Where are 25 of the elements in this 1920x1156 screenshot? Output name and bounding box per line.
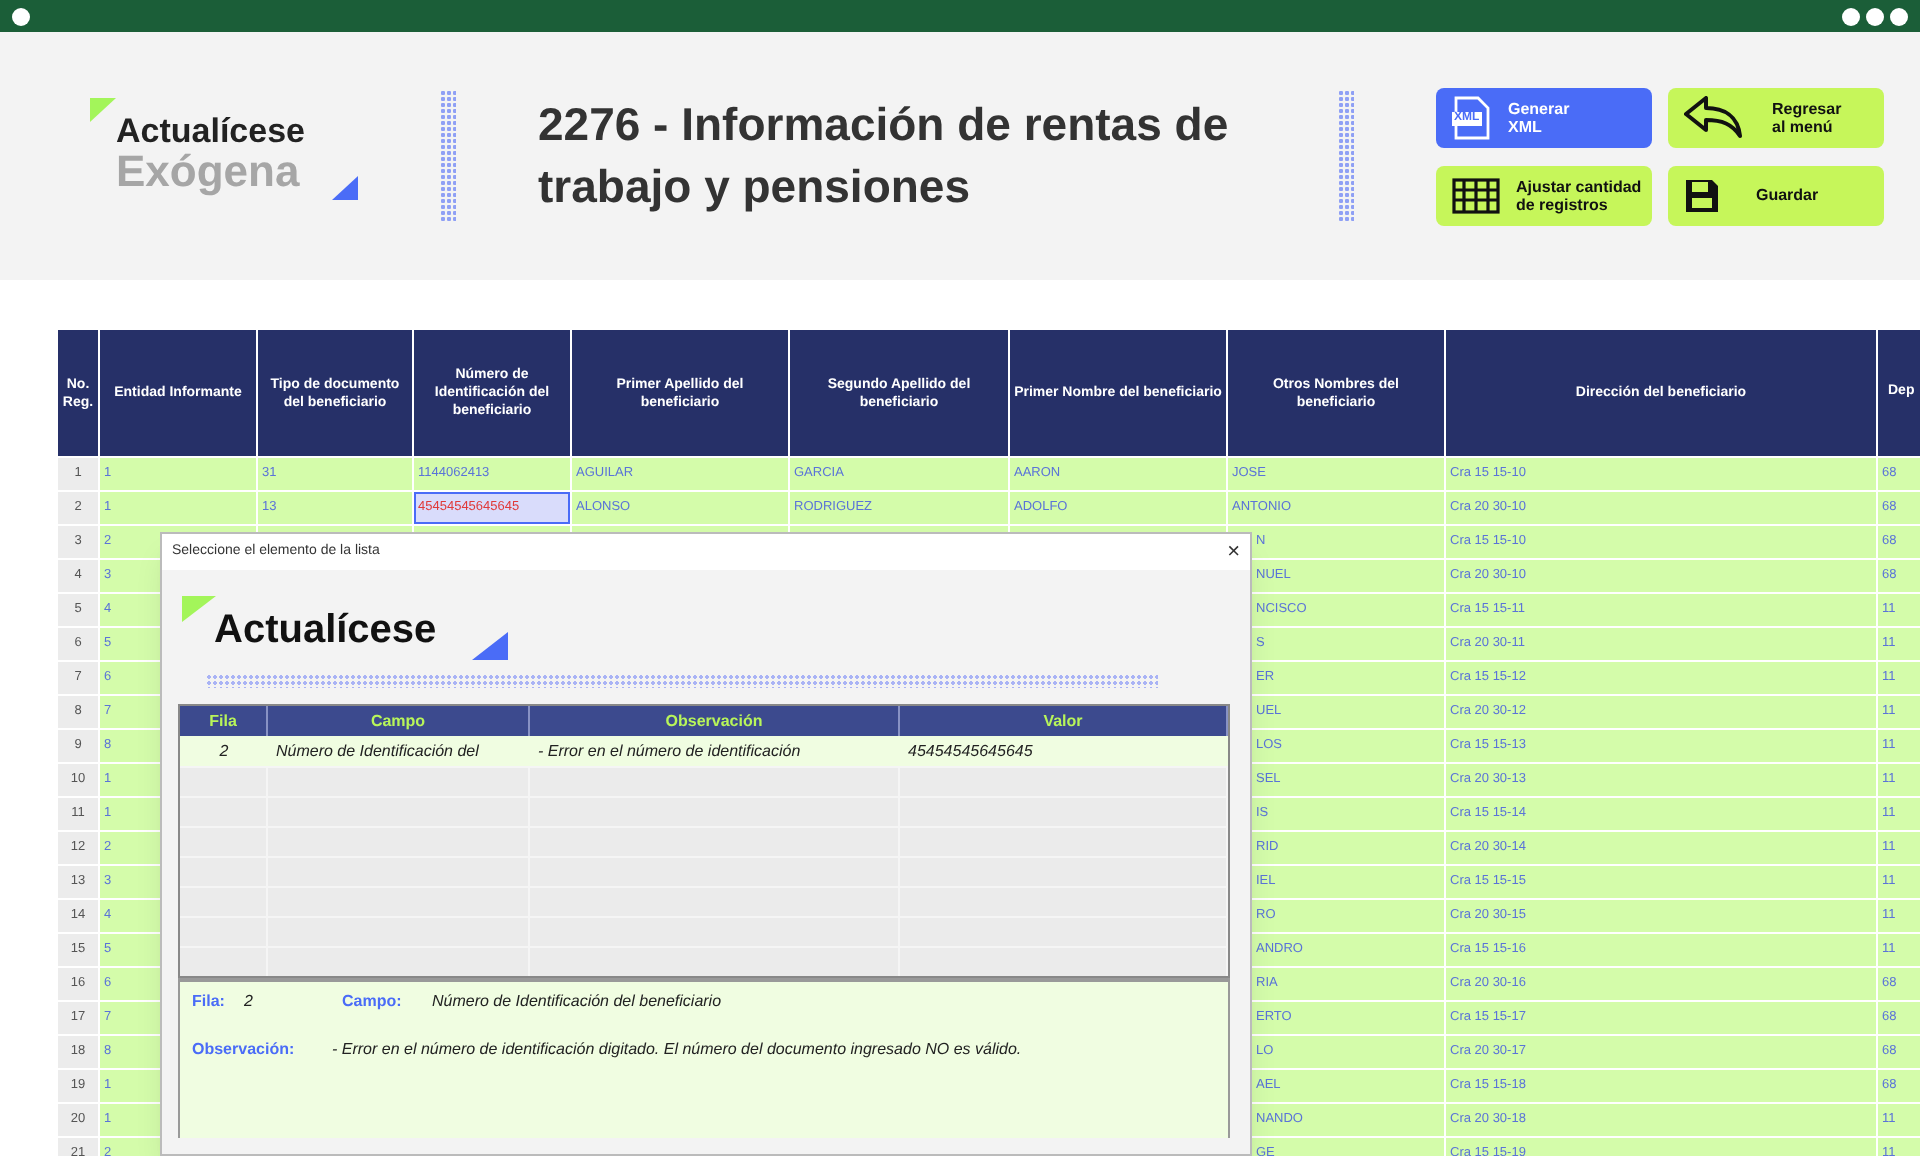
logo-text: Actualícese [116, 114, 305, 148]
back-arrow-icon [1684, 95, 1744, 139]
grid-icon [1452, 177, 1500, 213]
save-icon [1684, 177, 1720, 213]
close-button[interactable]: × [1227, 541, 1240, 563]
logo-triangle-icon [182, 596, 216, 622]
dotted-strip [440, 90, 456, 222]
field-label: Campo: [342, 990, 404, 1014]
logo-triangle-icon [332, 176, 358, 200]
table-cell-text: Número de Identificación del [274, 739, 481, 763]
table-cell-text: - Error en el número de identificación [536, 739, 803, 763]
page-title: 2276 - Información de rentas de trabajo y pensiones [538, 96, 1231, 216]
dotted-strip [1338, 90, 1354, 222]
logo-text: Exógena [116, 150, 302, 194]
table-cell-text: 2 [217, 739, 231, 763]
dots-icon [1842, 7, 1908, 25]
toolbar-button[interactable]: Regresar al menú [1668, 87, 1884, 147]
xml-file-icon [1452, 95, 1492, 139]
toolbar-button[interactable]: Ajustar cantidad de registros [1436, 165, 1652, 225]
field-value: - Error en el número de identificación digitado. El número del documento ingresado NO es válido. [332, 1038, 1022, 1062]
logo-triangle-icon [90, 98, 116, 122]
toolbar-button[interactable]: Guardar [1668, 165, 1884, 225]
table-cell-text: 45454545645645 [906, 739, 1035, 763]
field-value: Número de Identificación del beneficiario [432, 990, 722, 1014]
logo-triangle-icon [472, 632, 508, 660]
